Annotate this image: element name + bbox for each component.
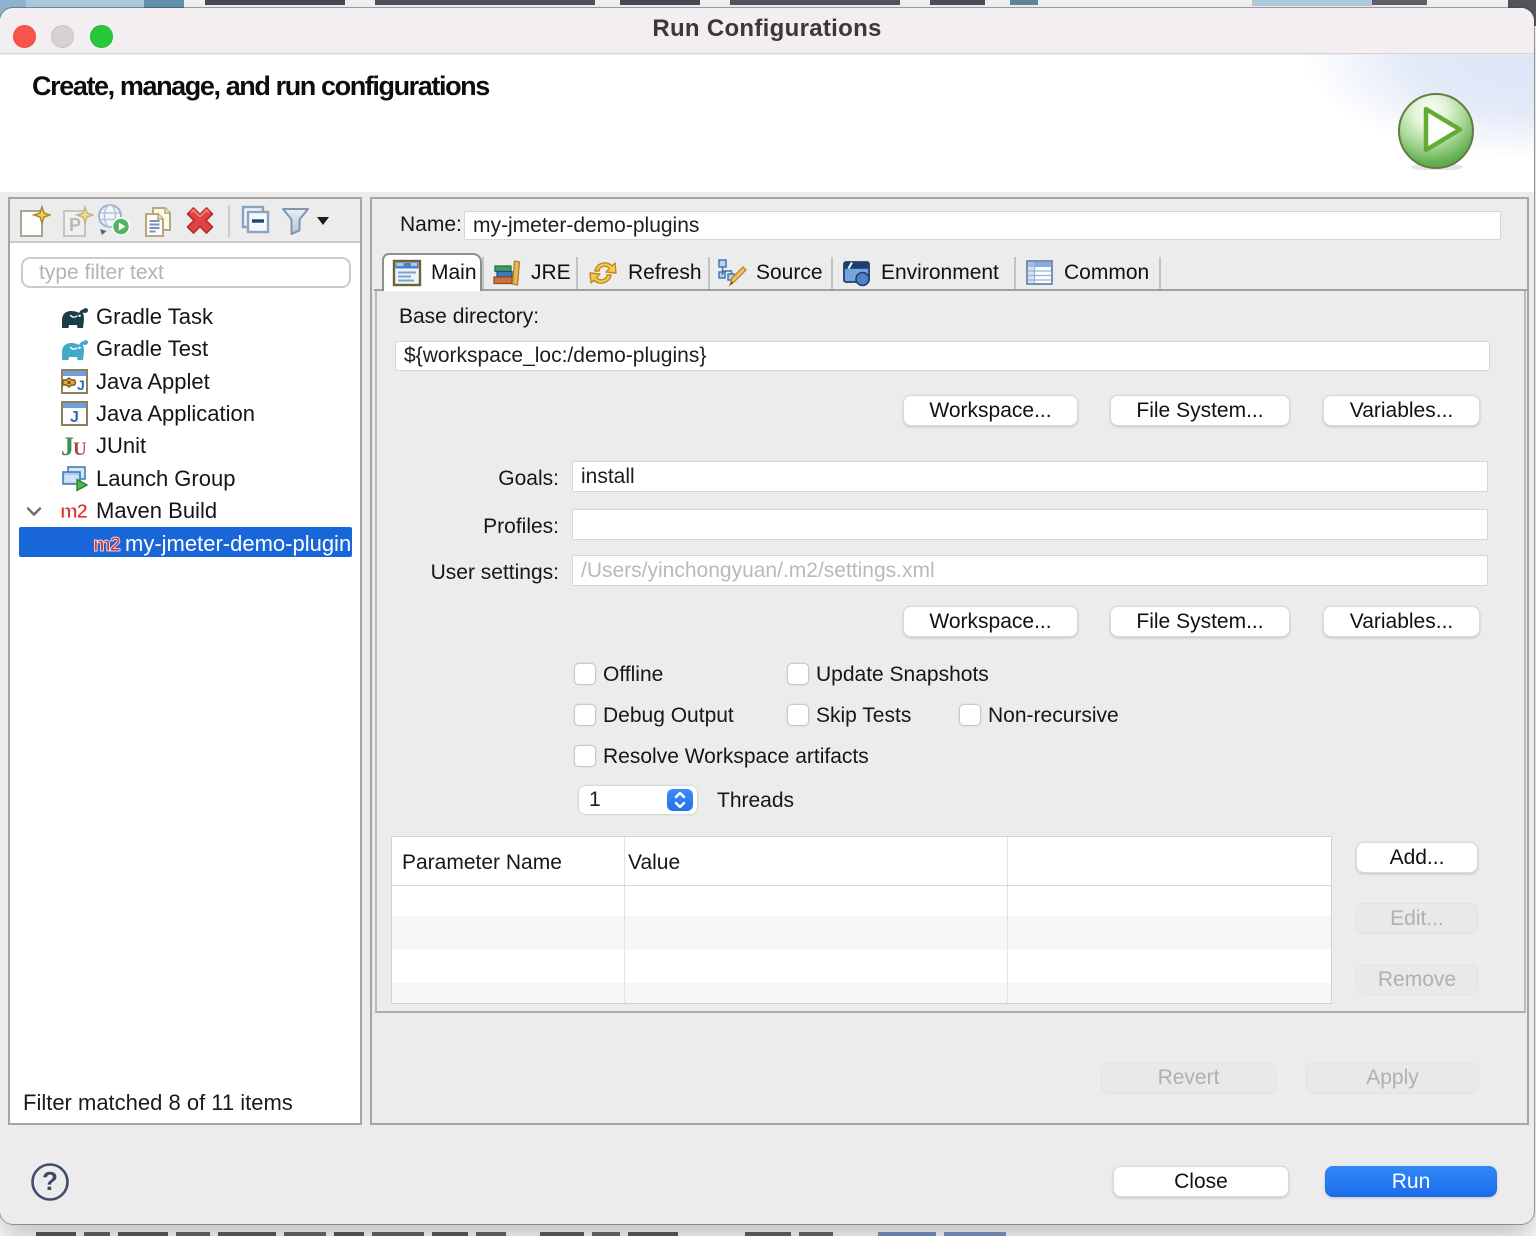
svg-text:U: U bbox=[73, 439, 87, 460]
svg-text:m2: m2 bbox=[60, 501, 88, 523]
svg-text:m2: m2 bbox=[93, 534, 121, 556]
svg-text:?: ? bbox=[42, 1166, 58, 1196]
svg-text:J: J bbox=[70, 409, 79, 426]
svg-text:P: P bbox=[69, 215, 81, 235]
svg-text:J: J bbox=[77, 377, 85, 393]
